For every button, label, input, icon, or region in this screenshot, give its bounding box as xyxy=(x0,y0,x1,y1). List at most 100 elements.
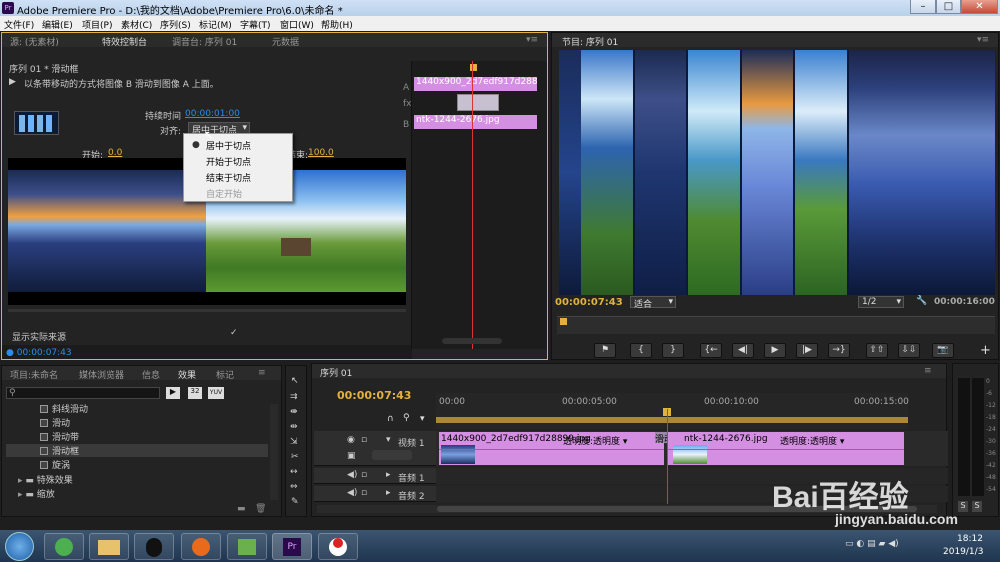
clip-2[interactable]: ntk-1244-2676.jpg 透明度:透明度 ▾ xyxy=(668,432,904,465)
menu-option-start[interactable]: 开始于切点 xyxy=(206,155,251,168)
panel-menu-icon[interactable]: ≡ xyxy=(258,368,266,378)
timeline-timecode[interactable]: 00:00:07:43 xyxy=(337,389,411,402)
list-item[interactable]: 滑动带 xyxy=(40,430,79,443)
resolution-select[interactable]: 1/2 ▾ xyxy=(858,296,904,308)
transition-block[interactable] xyxy=(457,94,499,111)
rolling-edit-tool-icon[interactable]: ⇹ xyxy=(290,422,298,432)
add-marker-button[interactable]: ⚑ xyxy=(594,343,616,358)
expand-arrow-icon[interactable]: ▸ xyxy=(386,488,391,498)
rate-stretch-tool-icon[interactable]: ⇲ xyxy=(290,437,298,447)
taskbar-explorer-icon[interactable] xyxy=(89,533,129,560)
start-button[interactable] xyxy=(5,532,34,561)
panel-menu-icon[interactable]: ▾≡ xyxy=(977,35,989,45)
panel-menu-icon[interactable]: ≡ xyxy=(924,366,932,376)
accelerated-effects-icon[interactable]: ▶ xyxy=(166,387,180,399)
tab-effect-controls[interactable]: 特效控制台 xyxy=(102,35,147,48)
folder-item[interactable]: ▸ ▬ 特殊效果 xyxy=(18,473,73,486)
program-time-ruler[interactable] xyxy=(557,316,995,334)
taskbar-premiere-icon[interactable]: Pr xyxy=(272,533,312,560)
go-to-out-button[interactable]: →} xyxy=(828,343,850,358)
show-actual-source-checkbox[interactable]: ✓ xyxy=(230,328,238,338)
clip-1[interactable]: 1440x900_2d7edf917d28899.jpg 透明度:透明度 ▾ xyxy=(439,432,664,465)
menu-title[interactable]: 字幕(T) xyxy=(240,18,271,31)
clip-b-bar[interactable]: ntk-1244-2676.jpg xyxy=(414,115,537,129)
menu-help[interactable]: 帮助(H) xyxy=(321,18,353,31)
menu-window[interactable]: 窗口(W) xyxy=(280,18,314,31)
taskbar-360-icon[interactable] xyxy=(44,533,84,560)
step-forward-button[interactable]: |▶ xyxy=(796,343,818,358)
add-marker-icon[interactable]: ▾ xyxy=(420,414,425,424)
eye-icon[interactable]: ◉ xyxy=(347,435,355,445)
list-item[interactable]: 旋涡 xyxy=(40,458,70,471)
play-button[interactable]: ▶ xyxy=(764,343,786,358)
taskbar-camtasia-icon[interactable] xyxy=(227,533,267,560)
speaker-icon[interactable]: ◀) xyxy=(347,488,357,498)
tab-effects[interactable]: 效果 xyxy=(178,368,196,381)
mark-in-button[interactable]: { xyxy=(630,343,652,358)
fit-select[interactable]: 适合 ▾ xyxy=(630,296,676,310)
taskbar-recorder-icon[interactable] xyxy=(318,533,358,560)
taskbar-qq-icon[interactable] xyxy=(134,533,174,560)
menu-option-end[interactable]: 结束于切点 xyxy=(206,171,251,184)
display-style-icon[interactable]: ▣ xyxy=(347,451,356,461)
tab-source[interactable]: 源: (无素材) xyxy=(10,35,59,48)
clock-time[interactable]: 18:12 xyxy=(950,534,990,544)
menu-sequence[interactable]: 序列(S) xyxy=(160,18,191,31)
duration-value[interactable]: 00:00:01:00 xyxy=(185,109,240,119)
lock-icon[interactable]: ▫ xyxy=(361,488,367,498)
menu-edit[interactable]: 编辑(E) xyxy=(42,18,73,31)
keyframe-navigator[interactable] xyxy=(372,450,412,460)
mark-out-button[interactable]: } xyxy=(662,343,684,358)
solo-right-button[interactable]: S xyxy=(972,501,982,512)
step-back-button[interactable]: ◀| xyxy=(732,343,754,358)
selection-tool-icon[interactable]: ↖ xyxy=(291,376,299,386)
lift-button[interactable]: ⇧⇧ xyxy=(866,343,888,358)
expand-arrow-icon[interactable]: ▾ xyxy=(386,435,391,445)
go-to-in-button[interactable]: {← xyxy=(700,343,722,358)
minimize-button[interactable]: – xyxy=(910,0,936,14)
tab-info[interactable]: 信息 xyxy=(142,368,160,381)
marker-icon[interactable]: ⚲ xyxy=(403,413,410,423)
close-button[interactable]: ✕ xyxy=(961,0,998,14)
wrench-icon[interactable]: 🔧 xyxy=(916,296,927,306)
track-select-tool-icon[interactable]: ⇉ xyxy=(290,392,298,402)
list-item[interactable]: 滑动 xyxy=(40,416,70,429)
tab-metadata[interactable]: 元数据 xyxy=(272,35,299,48)
list-item[interactable]: 斜线滑动 xyxy=(40,402,88,415)
32bit-effects-button[interactable]: 32 xyxy=(188,387,202,399)
work-area-bar[interactable] xyxy=(436,417,908,423)
list-item-selected[interactable]: 滑动框 xyxy=(6,444,268,457)
slip-tool-icon[interactable]: ↔ xyxy=(290,467,298,477)
play-transition-button[interactable]: ▶ xyxy=(9,77,16,87)
clip-a-bar[interactable]: 1440x900_2d7edf917d28899.jpg xyxy=(414,77,537,91)
menu-file[interactable]: 文件(F) xyxy=(4,18,34,31)
tab-markers[interactable]: 标记 xyxy=(216,368,234,381)
menu-clip[interactable]: 素材(C) xyxy=(121,18,152,31)
pen-tool-icon[interactable]: ✎ xyxy=(291,497,299,507)
folder-item[interactable]: ▸ ▬ 缩放 xyxy=(18,487,55,500)
extract-button[interactable]: ⇩⇩ xyxy=(898,343,920,358)
end-value[interactable]: 100.0 xyxy=(308,148,334,158)
ripple-edit-tool-icon[interactable]: ⇼ xyxy=(290,407,298,417)
tab-audio-mixer[interactable]: 调音台: 序列 01 xyxy=(172,35,237,48)
tab-project[interactable]: 项目:未命名 xyxy=(10,368,58,381)
new-bin-icon[interactable]: ▬ xyxy=(237,504,246,514)
export-frame-button[interactable]: 📷 xyxy=(932,343,954,358)
solo-left-button[interactable]: S xyxy=(958,501,968,512)
lock-icon[interactable]: ▫ xyxy=(361,470,367,480)
start-value[interactable]: 0.0 xyxy=(108,148,122,158)
expand-arrow-icon[interactable]: ▸ xyxy=(386,470,391,480)
preview-scrollbar[interactable] xyxy=(8,309,406,312)
tab-sequence[interactable]: 序列 01 xyxy=(320,366,352,379)
effects-search-input[interactable]: ⚲ xyxy=(6,387,160,399)
timeline-ruler[interactable]: 00:00 00:00:05:00 00:00:10:00 00:00:15:0… xyxy=(436,393,909,429)
taskbar-firefox-icon[interactable] xyxy=(181,533,221,560)
add-button[interactable]: + xyxy=(980,343,991,358)
lock-icon[interactable]: ▫ xyxy=(361,435,367,445)
clock-date[interactable]: 2019/1/3 xyxy=(943,547,983,557)
maximize-button[interactable]: □ xyxy=(936,0,961,14)
yuv-effects-button[interactable]: YUV xyxy=(208,387,224,399)
tab-program[interactable]: 节目: 序列 01 xyxy=(562,35,618,48)
slide-tool-icon[interactable]: ⇔ xyxy=(290,482,298,492)
menu-project[interactable]: 项目(P) xyxy=(82,18,112,31)
